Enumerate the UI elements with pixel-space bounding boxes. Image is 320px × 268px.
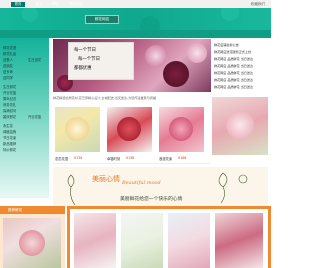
sidebar-item[interactable]: 鲜花礼品 (3, 51, 16, 56)
sidebar-item[interactable]: 开业花篮 (3, 90, 16, 95)
news-item[interactable]: 鲜花网店送花服务正式上线 (214, 49, 251, 54)
news-item[interactable]: 鲜花网店 品质鲜花 当日送达 (214, 56, 253, 61)
sidebar-item[interactable]: 生日送花 (28, 57, 41, 62)
sidebar-item[interactable]: 周年纪念 (3, 96, 16, 101)
product-image[interactable] (55, 107, 100, 152)
sidebar-item[interactable]: 开业花篮 (28, 114, 41, 119)
news-item[interactable]: 鲜花网店 品质鲜花 当日送达 (214, 77, 253, 82)
nav-item-home[interactable]: 首页 (11, 1, 25, 7)
product-name[interactable]: 浪漫花束 (159, 156, 172, 161)
gallery-image[interactable] (74, 213, 116, 268)
main-nav (0, 30, 271, 38)
product-name[interactable]: 恋恋花语 (55, 156, 68, 161)
sidebar-item[interactable]: 特价鲜花 (3, 147, 16, 152)
side-product-image[interactable] (212, 97, 268, 155)
sidebar-item[interactable]: 送爱人 (3, 57, 13, 62)
sidebar-item[interactable]: 婚庆鲜花 (3, 114, 16, 119)
banner-line: 都都优惠 (74, 66, 92, 71)
recommend-title[interactable]: 推荐鲜花 (8, 208, 22, 213)
banner-line: 每一个节日 (78, 57, 100, 62)
sidebar-item[interactable]: 鲜花花语 (3, 45, 16, 50)
site-logo[interactable]: 鲜花网店 (85, 15, 119, 24)
promo-slogan: 美丽鲜花给您一个快乐的心情 (120, 197, 183, 202)
promo-brand-en: Beautiful mood (122, 180, 161, 186)
nav-item-flowers[interactable]: 鲜花 (32, 2, 46, 7)
product-price: ¥138 (74, 156, 83, 160)
product-image[interactable] (159, 107, 204, 152)
product-price: ¥168 (178, 156, 187, 160)
sidebar-item[interactable]: 商务花礼 (3, 102, 16, 107)
banner-line: 每一个节日 (74, 48, 96, 53)
news-item[interactable]: 鲜花网店 品质鲜花 当日送达 (214, 63, 253, 68)
sidebar-item[interactable]: 送同学 (3, 75, 13, 80)
gallery-image[interactable] (168, 213, 210, 268)
header-pattern (22, 8, 239, 30)
sidebar-item[interactable]: 节日花束 (3, 135, 16, 140)
sidebar-item[interactable]: 新品推荐 (3, 141, 16, 146)
news-item[interactable]: 鲜花网店 品质鲜花 当日送达 (214, 84, 253, 89)
news-item[interactable]: 鲜花网店 品质鲜花 当日送达 (214, 70, 253, 75)
promo-brand: 美丽心情 (92, 175, 120, 183)
nav-item-baskets[interactable]: 商务花篮 (66, 2, 86, 7)
intro-text: 鲜花精选优质花材,花艺师精心设计,全城配送,当天送达,为您传递爱意与祝福 (53, 96, 156, 100)
divider (53, 163, 211, 164)
recommend-image[interactable] (3, 218, 61, 268)
product-name[interactable]: 幸福时刻 (107, 156, 120, 161)
news-item[interactable]: 鲜花店铺最新公告 (214, 42, 239, 47)
sidebar-item[interactable]: 探病慰问 (3, 108, 16, 113)
nav-item-plants[interactable]: 绿植 (48, 2, 62, 7)
product-image[interactable] (107, 107, 152, 152)
sidebar-item[interactable]: 永生花 (3, 123, 13, 128)
sidebar-item[interactable]: 送朋友 (3, 63, 13, 68)
sidebar-item[interactable]: 送长辈 (3, 69, 13, 74)
news-panel (212, 39, 268, 99)
sidebar-item[interactable]: 绿植盆栽 (3, 129, 16, 134)
favorite-link[interactable]: 收藏我们 (251, 2, 265, 7)
product-price: ¥198 (126, 156, 135, 160)
gallery-image[interactable] (121, 213, 163, 268)
gallery-image[interactable] (215, 213, 263, 268)
sidebar-item[interactable]: 生日鲜花 (3, 84, 16, 89)
header (0, 8, 271, 30)
